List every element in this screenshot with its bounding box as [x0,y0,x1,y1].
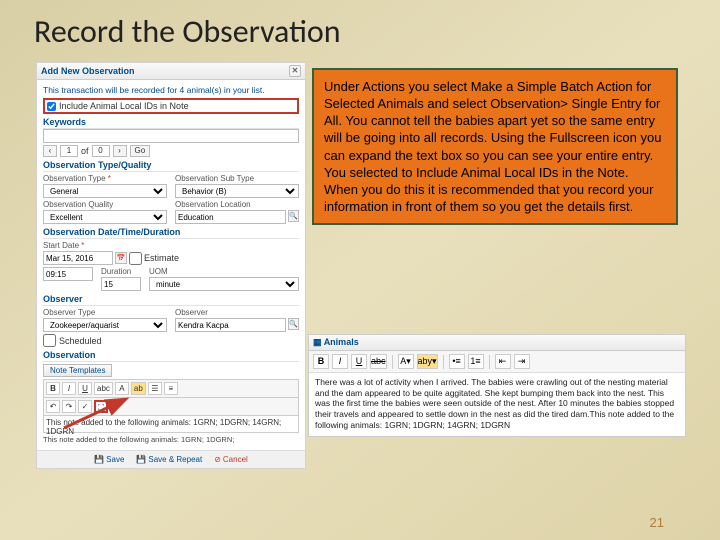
cancel-icon: ⊘ [214,455,221,464]
start-time-input[interactable] [43,267,93,281]
fullscreen-toolbar: B I U abc A▾ aby▾ •≡ 1≡ ⇤ ⇥ [309,351,685,373]
rte-footnote: This note added to the following animals… [43,435,299,444]
list-icon[interactable]: ☰ [148,382,162,395]
font-color-icon[interactable]: A [115,382,129,395]
panel-action-bar: 💾Save 💾Save & Repeat ⊘Cancel [37,450,305,468]
save-repeat-button[interactable]: 💾Save & Repeat [132,453,206,466]
fullscreen-editor-text[interactable]: There was a lot of activity when I arriv… [309,373,685,436]
list-bullet-icon[interactable]: •≡ [449,354,465,369]
observation-quality-label: Observation Quality [43,200,167,209]
panel-title: Add New Observation [41,66,135,76]
undo-icon[interactable]: ↶ [46,400,60,413]
fullscreen-editor-panel: ▦ Animals B I U abc A▾ aby▾ •≡ 1≡ ⇤ ⇥ Th… [308,334,686,437]
start-date-label: Start Date * [43,241,299,250]
pager-total: 0 [92,145,110,157]
observation-type-label: Observation Type * [43,174,167,183]
include-local-ids-checkbox[interactable] [47,102,56,111]
include-local-ids-label: Include Animal Local IDs in Note [59,101,189,111]
uom-label: UOM [149,267,299,276]
observation-type-select[interactable]: General [43,184,167,198]
instruction-callout: Under Actions you select Make a Simple B… [312,68,678,225]
rte-toolbar: B I U abc A ab ☰ ≡ [43,379,299,397]
estimate-checkbox[interactable] [129,252,142,265]
fullscreen-icon[interactable]: ⛶ [94,400,108,413]
calendar-icon[interactable]: 📅 [115,252,127,264]
rte-toolbar-row2: ↶ ↷ ✓ ⛶ [43,397,299,415]
observer-input[interactable] [175,318,286,332]
uom-select[interactable]: minute [149,277,299,291]
observer-heading: Observer [43,294,299,306]
search-icon[interactable]: 🔍 [288,210,299,222]
save-button[interactable]: 💾Save [90,453,128,466]
keywords-pager: ‹ 1 of 0 › Go [43,145,299,157]
pager-prev-icon[interactable]: ‹ [43,145,57,157]
keywords-input[interactable] [43,129,299,143]
observer-type-label: Observer Type [43,308,167,317]
datetime-heading: Observation Date/Time/Duration [43,227,299,239]
numbered-list-icon[interactable]: ≡ [164,382,178,395]
panel-header: Add New Observation ✕ [37,63,305,80]
scheduled-label: Scheduled [59,336,102,346]
observation-subtype-label: Observation Sub Type [175,174,299,183]
pager-go-button[interactable]: Go [130,145,151,157]
bold-icon[interactable]: B [313,354,329,369]
transaction-info: This transaction will be recorded for 4 … [43,83,299,97]
strike-icon[interactable]: abc [94,382,113,395]
bold-icon[interactable]: B [46,382,60,395]
pager-next-icon[interactable]: › [113,145,127,157]
pager-of: of [81,146,89,156]
observation-location-label: Observation Location [175,200,299,209]
duration-input[interactable] [101,277,141,291]
cancel-button[interactable]: ⊘Cancel [210,453,252,466]
keywords-heading: Keywords [43,117,299,129]
estimate-label: Estimate [144,253,179,263]
spellcheck-icon[interactable]: ✓ [78,400,92,413]
font-color-icon[interactable]: A▾ [398,354,414,369]
type-quality-heading: Observation Type/Quality [43,160,299,172]
slide-title: Record the Observation [34,12,341,51]
disk-icon: 💾 [94,455,104,464]
italic-icon[interactable]: I [332,354,348,369]
strike-icon[interactable]: abc [370,354,387,369]
outdent-icon[interactable]: ⇤ [495,354,511,369]
observer-type-select[interactable]: Zookeeper/aquarist [43,318,167,332]
list-number-icon[interactable]: 1≡ [468,354,484,369]
grid-icon: ▦ [313,337,322,347]
observation-quality-select[interactable]: Excellent [43,210,167,224]
include-local-ids-row[interactable]: Include Animal Local IDs in Note [43,98,299,114]
highlight-icon[interactable]: ab [131,382,146,395]
observer-label: Observer [175,308,299,317]
observation-location-input[interactable] [175,210,286,224]
observation-textarea[interactable]: This note added to the following animals… [43,415,299,433]
pager-current: 1 [60,145,78,157]
close-icon[interactable]: ✕ [289,65,301,77]
redo-icon[interactable]: ↷ [62,400,76,413]
start-date-input[interactable] [43,251,113,265]
observation-subtype-select[interactable]: Behavior (B) [175,184,299,198]
italic-icon[interactable]: I [62,382,76,395]
disk-icon: 💾 [136,455,146,464]
add-observation-panel: Add New Observation ✕ This transaction w… [36,62,306,469]
underline-icon[interactable]: U [78,382,92,395]
underline-icon[interactable]: U [351,354,367,369]
duration-label: Duration [101,267,141,276]
observation-heading: Observation [43,350,299,362]
search-icon[interactable]: 🔍 [288,318,299,330]
fullscreen-editor-header: ▦ Animals [309,335,685,351]
indent-icon[interactable]: ⇥ [514,354,530,369]
highlight-icon[interactable]: aby▾ [417,354,438,369]
scheduled-checkbox[interactable] [43,334,56,347]
page-number: 21 [650,515,664,530]
note-templates-button[interactable]: Note Templates [43,364,112,377]
